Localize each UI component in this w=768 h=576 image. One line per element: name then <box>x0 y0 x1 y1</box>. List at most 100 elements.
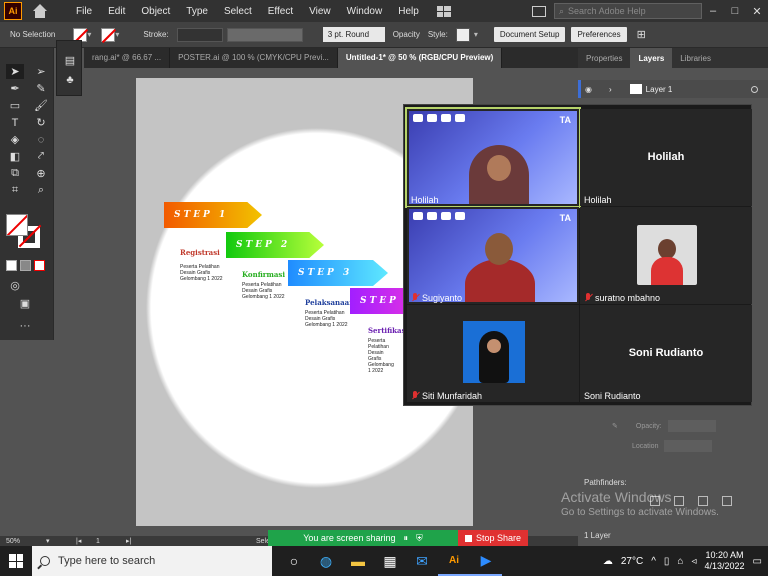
layer-name[interactable]: Layer 1 <box>646 85 673 94</box>
selection-tool-icon[interactable]: ➤ <box>6 64 24 79</box>
shape-builder-tool-icon[interactable]: ⊕ <box>32 166 50 181</box>
color-mode-icon[interactable] <box>6 260 17 271</box>
menu-item-window[interactable]: Window <box>339 6 391 17</box>
eraser-tool-icon[interactable]: ◈ <box>6 132 24 147</box>
participant-tile-holilah[interactable]: Holilah Holilah <box>580 109 752 206</box>
menu-item-view[interactable]: View <box>301 6 339 17</box>
tab-rang[interactable]: rang.ai* @ 66.67 ... <box>84 48 171 68</box>
minus-front-icon[interactable] <box>674 496 684 506</box>
weather-icon[interactable]: ☁ <box>603 556 613 567</box>
maximize-button[interactable]: □ <box>724 5 746 17</box>
tab-layers[interactable]: Layers <box>630 48 673 68</box>
weather-temp[interactable]: 27°C <box>621 556 643 567</box>
artboard-nav-icon[interactable]: |◂ <box>76 537 96 545</box>
none-mode-icon[interactable] <box>34 260 45 271</box>
shield-icon[interactable]: ⛨ <box>416 533 423 544</box>
network-icon[interactable]: ⌂ <box>677 556 683 567</box>
more-tools-icon[interactable]: ··· <box>16 318 34 333</box>
tab-properties[interactable]: Properties <box>578 48 630 68</box>
store-icon[interactable]: ▦ <box>374 546 406 576</box>
layer-row[interactable]: ◉ › Layer 1 <box>578 80 768 98</box>
visibility-eye-icon[interactable]: ◉ <box>585 85 601 94</box>
chevron-down-icon[interactable]: ▾ <box>46 537 76 545</box>
participant-tile-suratno[interactable]: suratno mbahno <box>580 207 752 304</box>
zoom-taskbar-icon[interactable]: ▶ <box>470 546 502 576</box>
document-setup-button[interactable]: Document Setup <box>493 27 566 42</box>
tab-untitled[interactable]: Untitled-1* @ 50 % (RGB/CPU Preview) <box>337 48 503 68</box>
search-adobe-help-input[interactable]: ⌕ Search Adobe Help <box>554 3 702 19</box>
menu-item-help[interactable]: Help <box>390 6 427 17</box>
screen-mode-icon[interactable]: ▣ <box>16 296 34 311</box>
task-view-icon[interactable]: ○ <box>278 546 310 576</box>
clock[interactable]: 10:20 AM 4/13/2022 <box>705 550 745 572</box>
fill-color-icon[interactable] <box>6 214 28 236</box>
stop-share-button[interactable]: Stop Share <box>458 530 528 546</box>
zoom-tool-icon[interactable]: ⌕ <box>32 183 50 198</box>
pause-share-icon[interactable]: ⏸ <box>403 533 408 544</box>
location-field[interactable] <box>664 440 713 452</box>
menu-item-type[interactable]: Type <box>178 6 216 17</box>
arrange-documents-icon[interactable] <box>532 5 546 17</box>
menu-item-file[interactable]: File <box>68 6 100 17</box>
opacity-label[interactable]: Opacity <box>393 30 420 39</box>
rectangle-tool-icon[interactable]: ▭ <box>6 98 24 113</box>
zoom-level[interactable]: 50% <box>6 538 46 545</box>
menu-item-object[interactable]: Object <box>133 6 178 17</box>
start-button[interactable] <box>0 546 32 576</box>
blend-tool-icon[interactable]: ⧉ <box>6 166 24 181</box>
participant-tile-sugiyanto[interactable]: TA Sugiyanto <box>407 207 579 304</box>
paintbrush-tool-icon[interactable]: 🖌 <box>32 98 50 113</box>
layer-target-icon[interactable] <box>751 85 758 93</box>
close-button[interactable]: ✕ <box>746 5 768 18</box>
taskbar-search-input[interactable]: Type here to search <box>32 546 272 576</box>
draw-mode-icon[interactable]: ◎ <box>6 278 24 293</box>
minimize-button[interactable]: – <box>702 5 724 17</box>
battery-icon[interactable]: ▯ <box>664 556 670 567</box>
home-icon[interactable] <box>32 4 48 18</box>
brush-definition-select[interactable]: 3 pt. Round <box>322 27 385 42</box>
symbols-icon[interactable]: ▤ <box>61 53 79 68</box>
tab-poster[interactable]: POSTER.ai @ 100 % (CMYK/CPU Previ... <box>170 48 338 68</box>
file-explorer-icon[interactable]: ▬ <box>342 546 374 576</box>
opacity-field[interactable] <box>667 420 716 432</box>
workspace-switcher-icon[interactable] <box>436 5 451 17</box>
screen-sharing-status[interactable]: You are screen sharing ⏸ ⛨ <box>268 530 458 546</box>
pen-tool-icon[interactable]: ✒ <box>6 81 24 96</box>
menu-item-select[interactable]: Select <box>216 6 260 17</box>
mail-icon[interactable]: ✉ <box>406 546 438 576</box>
menu-item-effect[interactable]: Effect <box>260 6 301 17</box>
graphic-style-swatch[interactable] <box>455 27 470 42</box>
fill-stroke-control[interactable] <box>6 214 46 252</box>
gradient-tool-icon[interactable]: ◧ <box>6 149 24 164</box>
artboard-tool-icon[interactable]: ⌗ <box>6 183 24 198</box>
volume-icon[interactable]: ◃ <box>691 556 696 567</box>
stroke-swatch[interactable] <box>101 27 116 42</box>
step-1-ribbon[interactable]: STEP 1 <box>164 202 262 228</box>
type-tool-icon[interactable]: T <box>6 115 24 130</box>
chevron-right-icon[interactable]: › <box>609 85 612 94</box>
gradient-mode-icon[interactable] <box>20 260 31 271</box>
artboard-next-icon[interactable]: ▸| <box>126 537 226 545</box>
preferences-button[interactable]: Preferences <box>571 27 627 42</box>
step-3-ribbon[interactable]: STEP 3 <box>288 260 388 286</box>
step-2-ribbon[interactable]: STEP 2 <box>226 232 324 258</box>
pencil-tool-icon[interactable]: ✎ <box>32 81 50 96</box>
lasso-tool-icon[interactable]: ◌ <box>32 132 50 147</box>
variable-width-select[interactable] <box>226 27 303 42</box>
align-icon[interactable]: ⊞ <box>637 28 646 41</box>
rotate-tool-icon[interactable]: ↻ <box>32 115 50 130</box>
eyedropper-tool-icon[interactable]: ⤤ <box>32 149 50 164</box>
chevron-down-icon[interactable]: ▾ <box>474 30 484 39</box>
participant-tile-holilah-video[interactable]: TA Holilah <box>405 107 581 208</box>
notifications-icon[interactable]: ▭ <box>753 556 762 567</box>
chevron-up-icon[interactable]: ^ <box>651 556 656 567</box>
participant-tile-soni[interactable]: Soni Rudianto Soni Rudianto <box>580 305 752 402</box>
club-symbol-icon[interactable]: ♣ <box>61 72 79 87</box>
intersect-icon[interactable] <box>698 496 708 506</box>
exclude-icon[interactable] <box>722 496 732 506</box>
illustrator-taskbar-icon[interactable]: Ai <box>438 546 470 576</box>
chevron-down-icon[interactable]: ▾ <box>87 30 97 39</box>
direct-selection-tool-icon[interactable]: ➢ <box>32 64 50 79</box>
edge-browser-icon[interactable]: ◍ <box>310 546 342 576</box>
page-number[interactable]: 1 <box>96 538 126 545</box>
